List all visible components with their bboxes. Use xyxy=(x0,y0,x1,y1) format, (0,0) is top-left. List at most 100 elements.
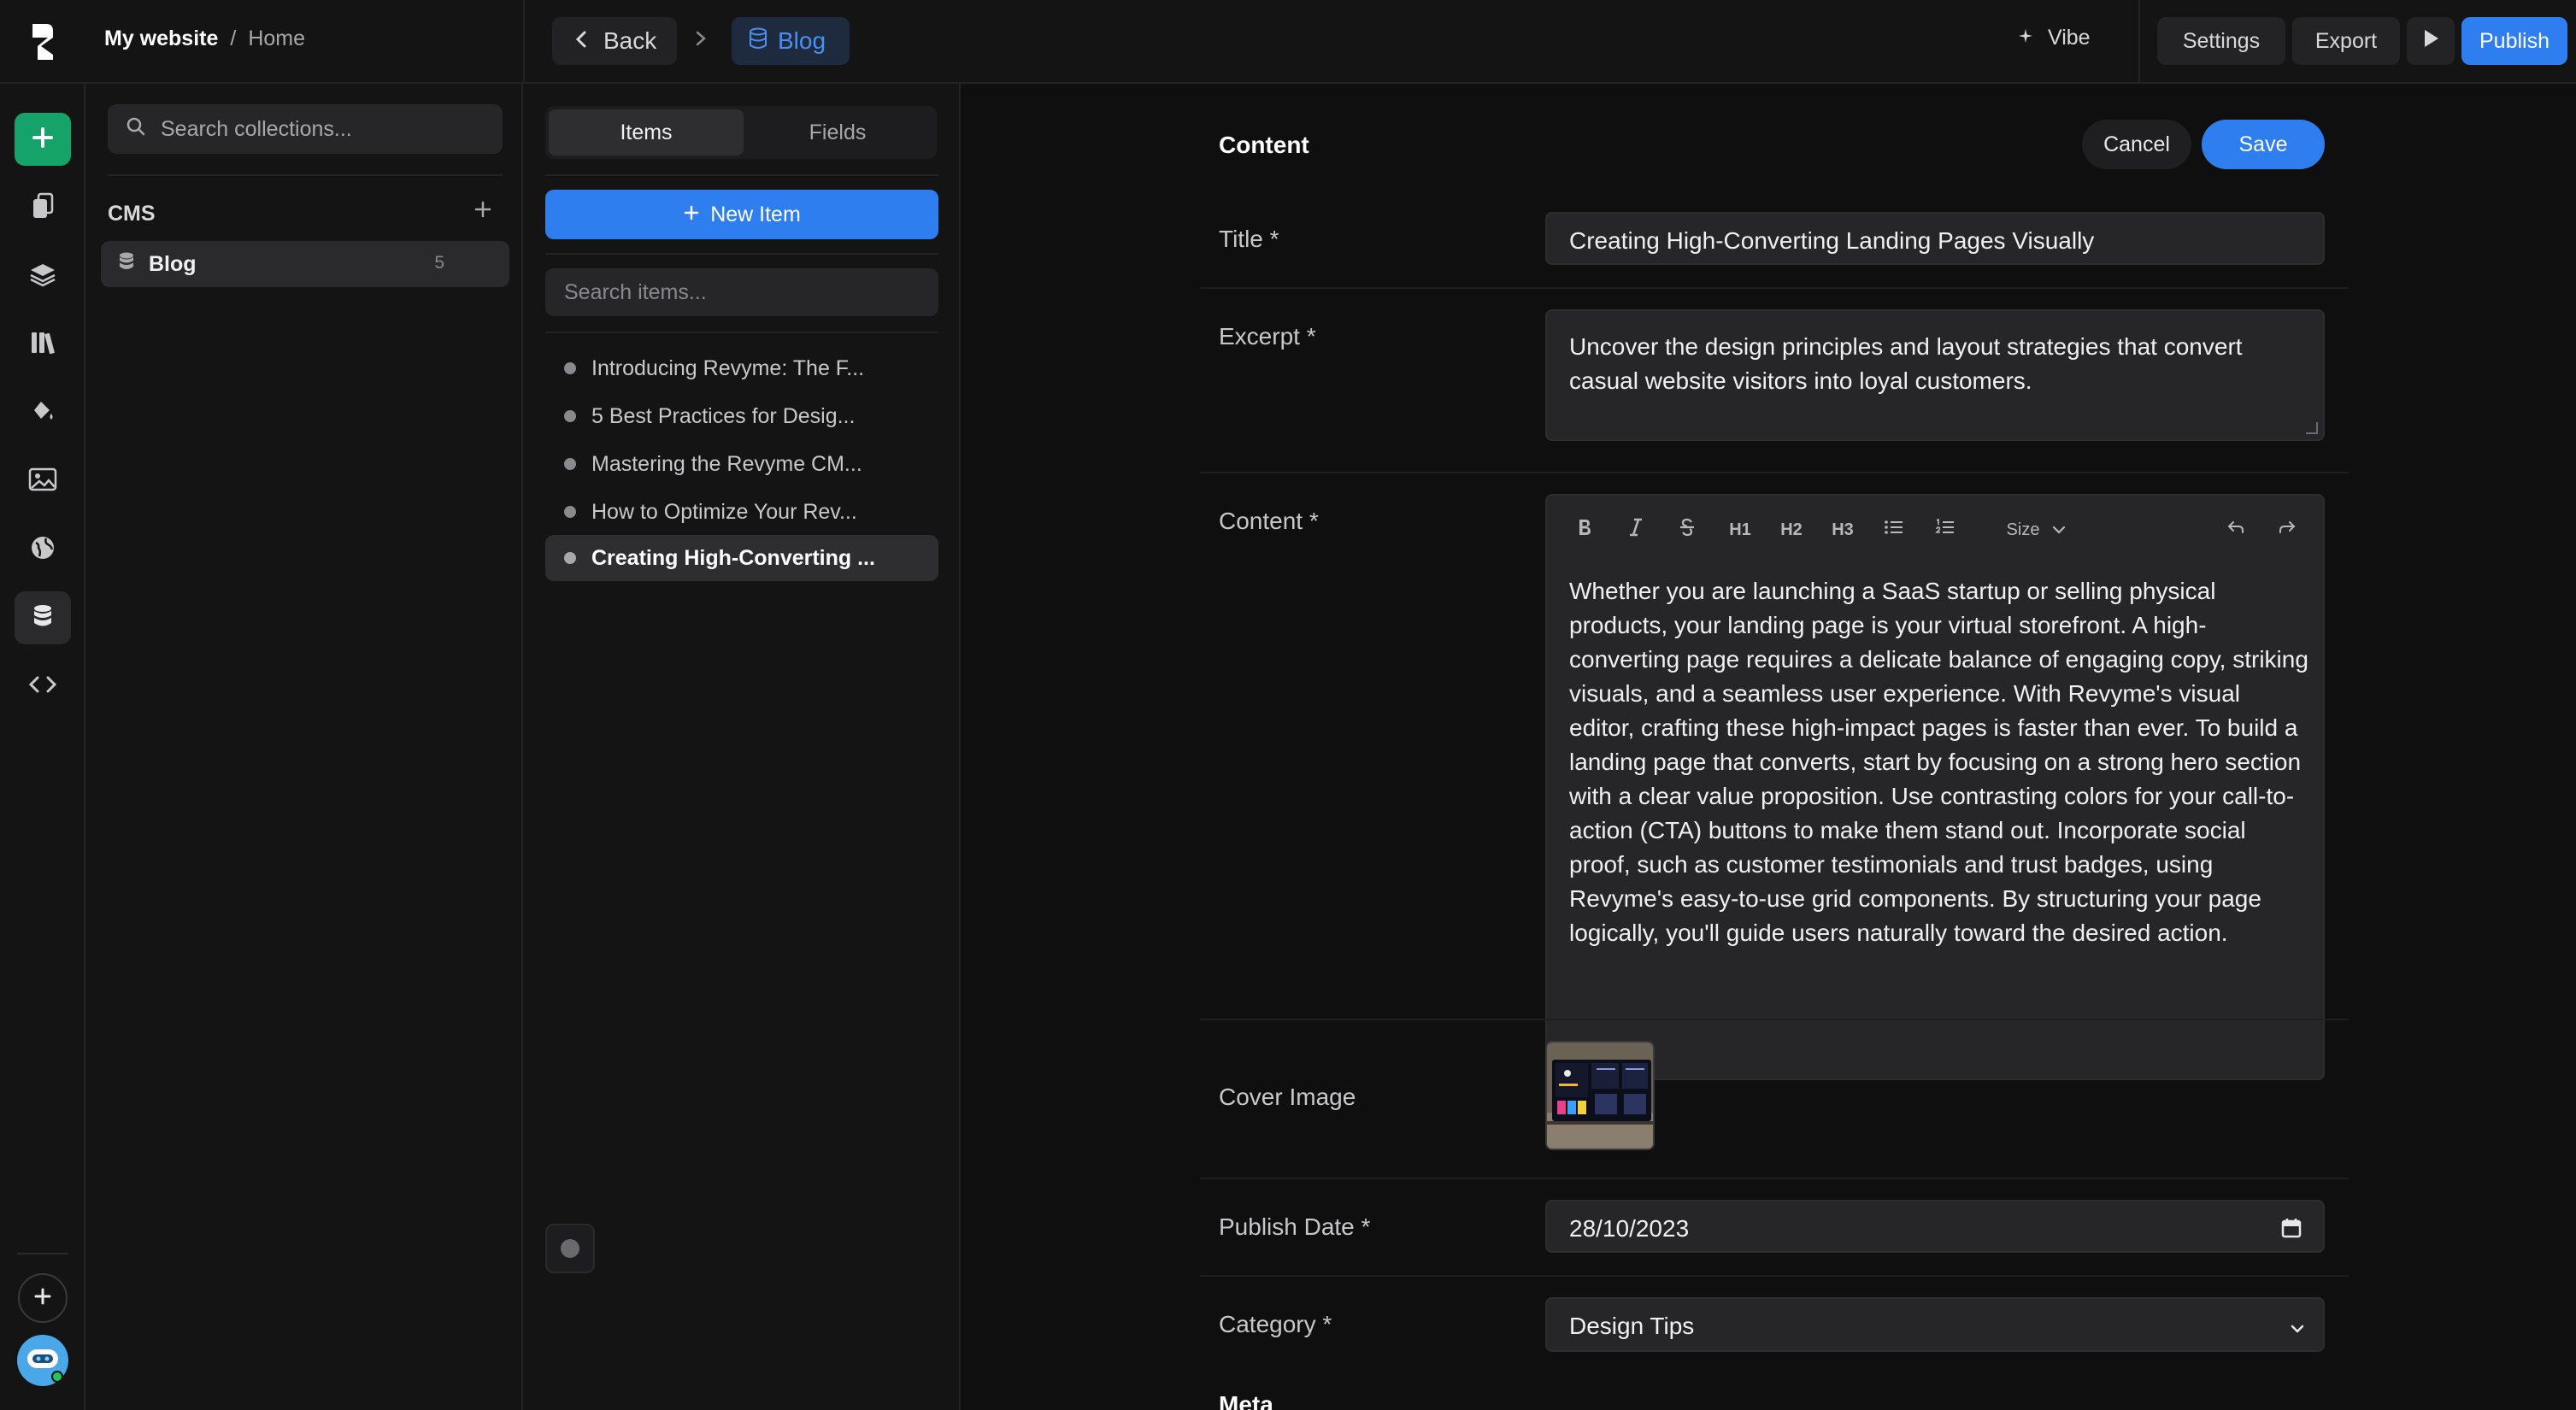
plus-icon xyxy=(32,1286,53,1311)
layers-button[interactable] xyxy=(15,250,71,303)
collection-label: Blog xyxy=(778,27,826,54)
cover-image-thumbnail[interactable] xyxy=(1545,1041,1655,1150)
save-button[interactable]: Save xyxy=(2202,120,2325,169)
strikethrough-button[interactable] xyxy=(1672,514,1703,545)
database-icon xyxy=(32,603,54,633)
publish-button[interactable]: Publish xyxy=(2461,17,2567,65)
media-button[interactable] xyxy=(15,455,71,508)
content-label: Content * xyxy=(1219,508,1319,534)
vibe-label: Vibe xyxy=(2048,26,2091,50)
content-body-text[interactable]: Whether you are launching a SaaS startup… xyxy=(1569,574,2309,950)
page-name[interactable]: Home xyxy=(248,26,305,51)
code-button[interactable] xyxy=(15,660,71,713)
divider xyxy=(545,253,938,255)
paint-bucket-icon xyxy=(29,398,56,428)
styles-button[interactable] xyxy=(15,386,71,439)
collections-panel: Search collections... CMS Blog 5 xyxy=(85,84,523,1410)
cms-button[interactable] xyxy=(15,591,71,644)
library-button[interactable] xyxy=(15,318,71,371)
divider xyxy=(1200,472,2349,473)
strikethrough-icon xyxy=(1679,517,1696,543)
status-dot xyxy=(564,362,576,374)
cover-image-label: Cover Image xyxy=(1219,1084,1356,1110)
collections-search-placeholder: Search collections... xyxy=(161,116,352,141)
add-element-button[interactable] xyxy=(15,113,71,166)
items-search-placeholder: Search items... xyxy=(564,279,707,304)
list-item[interactable]: Introducing Revyme: The F... xyxy=(545,345,938,391)
heading2-button[interactable]: H2 xyxy=(1774,514,1808,545)
heading3-button[interactable]: H3 xyxy=(1826,514,1860,545)
status-toggle-button[interactable] xyxy=(545,1224,595,1273)
bold-icon xyxy=(1576,517,1593,543)
divider xyxy=(17,1253,68,1254)
status-dot xyxy=(564,506,576,518)
undo-icon xyxy=(2226,519,2245,541)
plus-icon xyxy=(473,197,492,225)
new-item-label: New Item xyxy=(710,202,801,226)
redo-icon xyxy=(2278,519,2297,541)
excerpt-textarea[interactable]: Uncover the design principles and layout… xyxy=(1545,309,2325,441)
back-button[interactable]: Back xyxy=(552,17,677,65)
items-panel: Items Fields New Item Search items... In… xyxy=(523,84,961,1410)
bold-button[interactable] xyxy=(1569,514,1600,545)
list-item[interactable]: 5 Best Practices for Desig... xyxy=(545,393,938,439)
numbered-list-icon xyxy=(1935,518,1956,541)
list-item-selected[interactable]: Creating High-Converting ... xyxy=(545,535,938,581)
category-label: Category * xyxy=(1219,1311,1332,1337)
publish-date-input[interactable]: 28/10/2023 xyxy=(1545,1200,2325,1253)
title-label: Title * xyxy=(1219,226,1279,252)
database-icon xyxy=(749,27,768,56)
list-item[interactable]: How to Optimize Your Rev... xyxy=(545,489,938,535)
collection-item-blog[interactable]: Blog 5 xyxy=(101,241,509,287)
tab-fields[interactable]: Fields xyxy=(740,109,935,156)
numbered-list-button[interactable] xyxy=(1928,514,1962,545)
rich-text-toolbar: H1 H2 H3 Size xyxy=(1547,496,2323,564)
excerpt-label: Excerpt * xyxy=(1219,323,1316,350)
bullet-list-button[interactable] xyxy=(1877,514,1911,545)
resize-handle[interactable] xyxy=(2306,422,2318,434)
search-icon xyxy=(126,117,145,142)
items-fields-tabs: Items Fields xyxy=(545,106,937,159)
play-icon xyxy=(2421,28,2440,55)
list-item[interactable]: Mastering the Revyme CM... xyxy=(545,441,938,487)
divider xyxy=(2138,0,2140,84)
settings-button[interactable]: Settings xyxy=(2157,17,2285,65)
back-label: Back xyxy=(603,27,657,54)
plus-icon xyxy=(683,203,700,227)
font-size-select[interactable]: Size xyxy=(1990,514,2084,545)
pages-button[interactable] xyxy=(15,181,71,234)
circle-icon xyxy=(561,1239,579,1258)
item-title: Introducing Revyme: The F... xyxy=(591,355,865,380)
italic-button[interactable] xyxy=(1620,514,1651,545)
calendar-icon[interactable] xyxy=(2280,1217,2303,1245)
collection-breadcrumb-button[interactable]: Blog xyxy=(732,17,850,65)
preview-button[interactable] xyxy=(2407,17,2455,65)
heading1-button[interactable]: H1 xyxy=(1723,514,1757,545)
vibe-button[interactable]: Vibe xyxy=(2017,26,2091,50)
collections-search-input[interactable]: Search collections... xyxy=(108,104,503,154)
online-status-dot xyxy=(51,1371,63,1383)
add-collection-button[interactable] xyxy=(473,197,492,226)
redo-button[interactable] xyxy=(2270,514,2304,545)
item-editor: Content Cancel Save Title * Creating Hig… xyxy=(961,84,2576,1410)
rich-text-editor[interactable]: H1 H2 H3 Size Whether you are launching … xyxy=(1545,494,2325,1080)
layers-icon xyxy=(29,261,56,291)
new-item-button[interactable]: New Item xyxy=(545,190,938,239)
add-button[interactable] xyxy=(18,1273,68,1323)
excerpt-text: Uncover the design principles and layout… xyxy=(1569,333,2243,394)
title-input[interactable]: Creating High-Converting Landing Pages V… xyxy=(1545,212,2325,265)
cancel-button[interactable]: Cancel xyxy=(2082,120,2191,169)
site-name[interactable]: My website xyxy=(104,26,218,51)
icon-rail xyxy=(0,84,85,1410)
category-select[interactable]: Design Tips xyxy=(1545,1297,2325,1352)
seo-button[interactable] xyxy=(15,523,71,576)
chevron-down-icon xyxy=(2289,1316,2306,1343)
revyme-logo[interactable] xyxy=(26,21,60,63)
divider xyxy=(1200,1019,2349,1020)
items-search-input[interactable]: Search items... xyxy=(545,268,938,316)
tab-items[interactable]: Items xyxy=(549,109,744,156)
meta-section-heading: Meta xyxy=(1219,1391,1273,1410)
undo-button[interactable] xyxy=(2219,514,2253,545)
chevron-left-icon xyxy=(574,27,588,55)
export-button[interactable]: Export xyxy=(2292,17,2400,65)
